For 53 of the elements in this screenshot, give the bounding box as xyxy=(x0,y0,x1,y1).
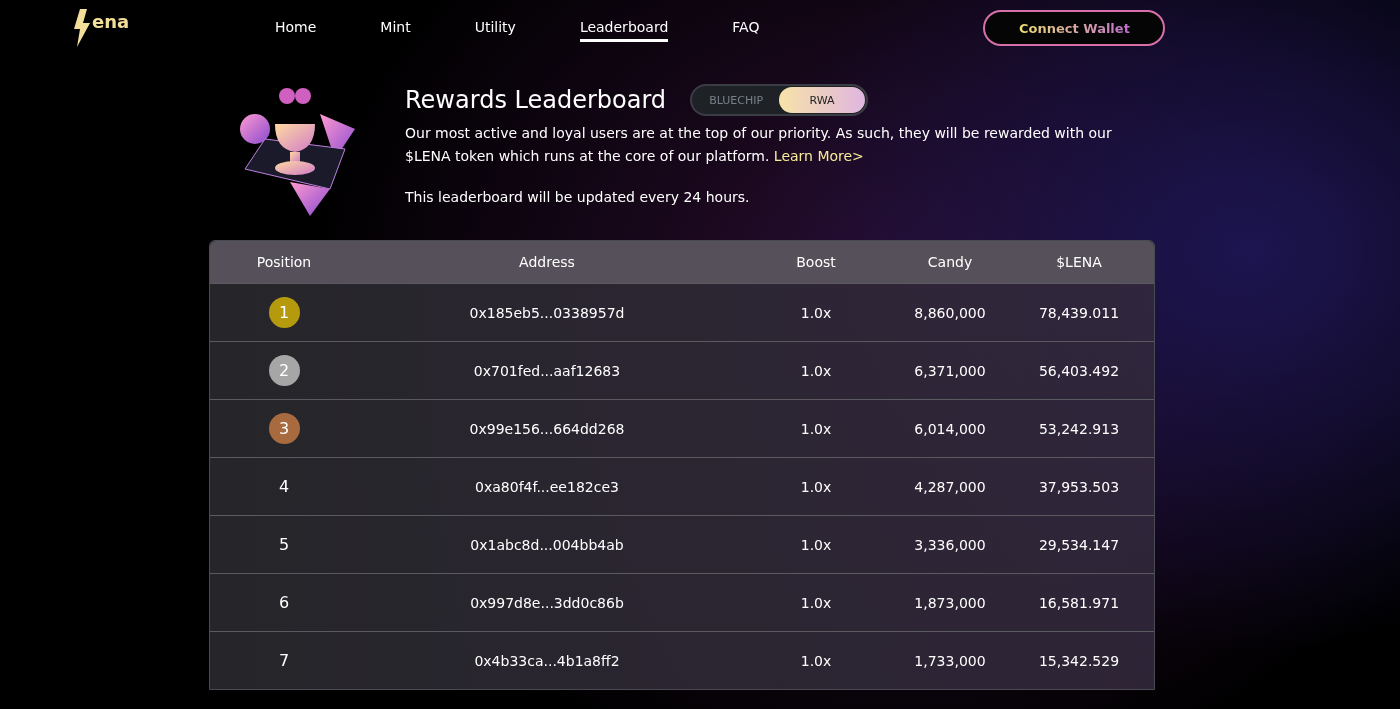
connect-wallet-button[interactable]: Connect Wallet xyxy=(983,10,1166,46)
nav-link[interactable]: Leaderboard xyxy=(579,14,669,42)
column-header: $LENA xyxy=(1055,254,1103,270)
nav-link[interactable]: Utility xyxy=(474,14,516,42)
column-header: Address xyxy=(518,254,576,270)
table-cell: 6 xyxy=(278,593,290,612)
table-cell: 53,242.913 xyxy=(1038,420,1120,437)
table-cell: 8,860,000 xyxy=(914,304,986,321)
table-cell: 4 xyxy=(278,477,290,496)
table-cell: 1.0x xyxy=(800,594,832,611)
table-cell: 1,873,000 xyxy=(914,594,986,611)
table-cell: 15,342.529 xyxy=(1038,652,1120,669)
table-cell: 1.0x xyxy=(800,652,832,669)
table-cell: 0x997d8e...3dd0c86b xyxy=(470,594,624,611)
table-cell: 1,733,000 xyxy=(914,652,986,669)
column-header: Position xyxy=(255,254,313,270)
table-cell: 78,439.011 xyxy=(1038,304,1120,321)
table-cell: 37,953.503 xyxy=(1038,478,1120,495)
table-cell: 0x99e156...664dd268 xyxy=(469,420,625,437)
column-header: Boost xyxy=(795,254,837,270)
table-cell: 1.0x xyxy=(800,362,832,379)
nav-link[interactable]: Mint xyxy=(380,14,411,42)
table-cell: 0x1abc8d...004bb4ab xyxy=(470,536,624,553)
table-cell: 0xa80f4f...ee182ce3 xyxy=(475,478,619,495)
table-cell: 5 xyxy=(278,535,290,554)
table-cell: 6,371,000 xyxy=(914,362,986,379)
rank-medal: 1 xyxy=(268,297,300,328)
table-cell: 1.0x xyxy=(800,536,832,553)
rank-medal: 2 xyxy=(268,355,300,386)
table-cell: 7 xyxy=(278,651,290,670)
logo-text: ena xyxy=(92,11,130,32)
column-header: Candy xyxy=(926,254,974,270)
table-cell: 0x701fed...aaf12683 xyxy=(473,362,621,379)
table-cell: 1.0x xyxy=(800,420,832,437)
table-cell: 3,336,000 xyxy=(914,536,986,553)
description-text: Our most active and loyal users are at the top of our priority. As such, they will be rewarded with our $LENA token which runs at the core of our platform. Learn More> xyxy=(405,124,1113,166)
table-cell: 1.0x xyxy=(800,478,832,495)
table-cell: 1.0x xyxy=(800,304,832,321)
table-cell: 6,014,000 xyxy=(914,420,986,437)
table-cell: 0x185eb5...0338957d xyxy=(469,304,625,321)
toggle-option[interactable]: RWA xyxy=(779,87,866,113)
nav-link[interactable]: Home xyxy=(275,14,317,42)
table-cell: 0x4b33ca...4b1a8ff2 xyxy=(474,652,620,669)
table-cell: 4,287,000 xyxy=(914,478,986,495)
table-cell: 29,534.147 xyxy=(1038,536,1120,553)
learn-more-link[interactable]: Learn More> xyxy=(773,148,864,164)
update-note: This leaderboard will be updated every 24 hours. xyxy=(405,189,751,205)
nav-link[interactable]: FAQ xyxy=(732,14,760,42)
page-title: Rewards Leaderboard xyxy=(405,86,667,114)
table-cell: 16,581.971 xyxy=(1038,594,1120,611)
table-cell: 56,403.492 xyxy=(1038,362,1120,379)
rank-medal: 3 xyxy=(268,413,300,444)
toggle-option[interactable]: BLUECHIP xyxy=(693,87,780,113)
